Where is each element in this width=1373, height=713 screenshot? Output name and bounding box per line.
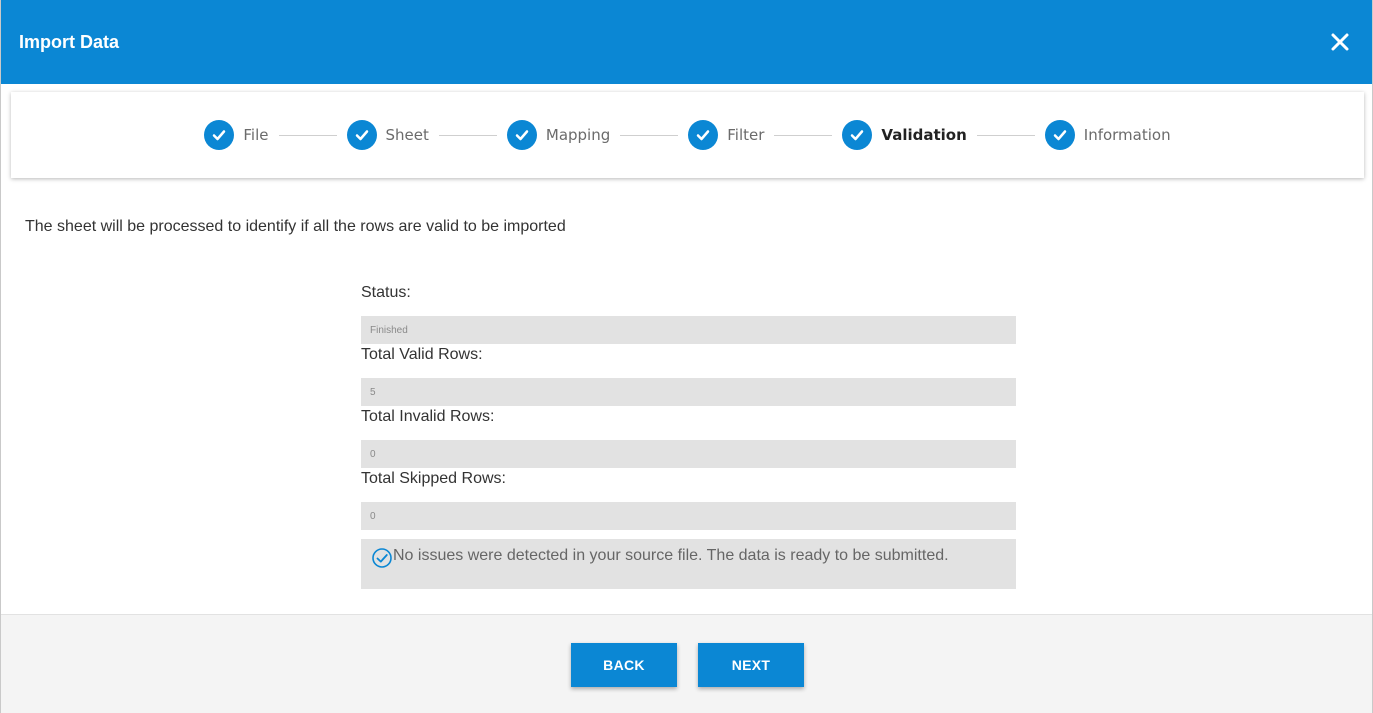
validation-description: The sheet will be processed to identify …	[25, 218, 566, 235]
message-text: No issues were detected in your source f…	[393, 547, 949, 564]
check-circle-outline-icon	[372, 548, 392, 568]
check-circle-icon	[688, 120, 719, 150]
status-field: Finished	[361, 316, 1016, 344]
invalid-rows-label: Total Invalid Rows:	[361, 408, 495, 425]
close-icon[interactable]	[1328, 30, 1352, 54]
validation-summary: Status: Finished Total Valid Rows: 5 Tot…	[361, 282, 1016, 589]
valid-rows-field: 5	[361, 378, 1016, 406]
dialog-title: Import Data	[19, 31, 120, 52]
step-connector	[774, 134, 833, 136]
step-mapping[interactable]: Mapping	[506, 120, 611, 150]
step-connector	[976, 134, 1035, 136]
validation-message: No issues were detected in your source f…	[361, 539, 1016, 589]
check-circle-icon	[842, 120, 873, 150]
step-filter[interactable]: Filter	[688, 120, 764, 150]
step-label: Mapping	[545, 126, 611, 144]
step-connector	[620, 134, 679, 136]
step-information[interactable]: Information	[1044, 120, 1171, 150]
step-label: File	[243, 126, 269, 144]
stepper: File Sheet Mapping Filter Validation Inf…	[11, 92, 1364, 178]
check-circle-icon	[1044, 120, 1075, 150]
skipped-rows-label: Total Skipped Rows:	[361, 470, 506, 487]
skipped-rows-field: 0	[361, 502, 1016, 530]
invalid-rows-field: 0	[361, 440, 1016, 468]
step-connector	[438, 134, 497, 136]
check-circle-icon	[506, 120, 537, 150]
import-data-dialog: Import Data File Sheet Mapping Filter Va…	[0, 0, 1373, 713]
step-connector	[278, 134, 337, 136]
dialog-header: Import Data	[1, 0, 1372, 84]
back-button[interactable]: BACK	[571, 643, 677, 687]
next-button[interactable]: NEXT	[698, 643, 804, 687]
status-label: Status:	[361, 284, 411, 301]
valid-rows-label: Total Valid Rows:	[361, 346, 483, 363]
step-label: Sheet	[385, 126, 429, 144]
check-circle-icon	[346, 120, 377, 150]
step-sheet[interactable]: Sheet	[346, 120, 429, 150]
step-label: Validation	[881, 126, 967, 144]
dialog-footer: BACK NEXT	[1, 614, 1372, 713]
step-validation[interactable]: Validation	[842, 120, 967, 150]
step-label: Information	[1083, 126, 1171, 144]
step-label: Filter	[727, 126, 765, 144]
step-file[interactable]: File	[204, 120, 269, 150]
check-circle-icon	[204, 120, 235, 150]
